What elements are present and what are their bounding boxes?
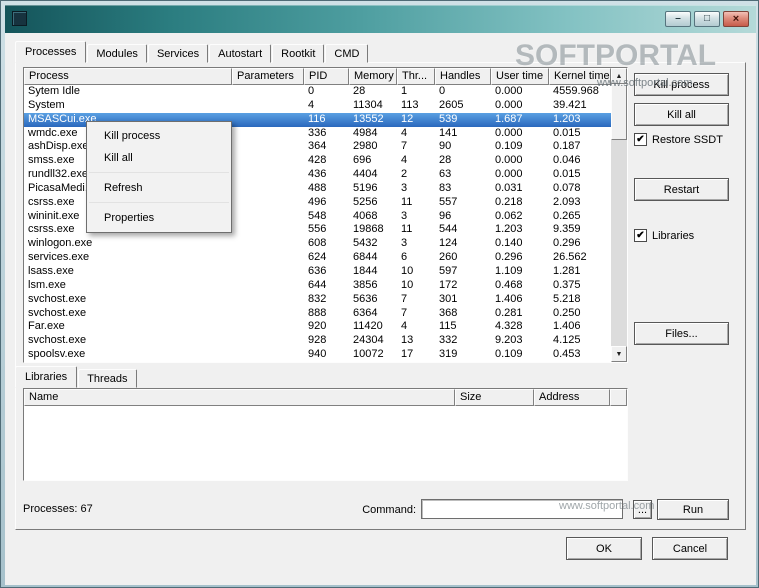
menu-separator xyxy=(87,199,231,207)
scrollbar-thumb[interactable] xyxy=(611,84,627,140)
process-name: lsm.exe xyxy=(28,278,66,291)
tab-rootkit[interactable]: Rootkit xyxy=(272,44,325,63)
cancel-button[interactable]: Cancel xyxy=(652,537,728,560)
library-table-body xyxy=(24,406,627,480)
table-row[interactable]: spoolsv.exe 940 10072 17 319 0.109 0.453 xyxy=(24,348,611,362)
menu-item-kill-all[interactable]: Kill all xyxy=(87,147,231,169)
tab-autostart[interactable]: Autostart xyxy=(209,44,272,63)
close-icon: × xyxy=(732,12,740,25)
main-tab-bar: Processes Modules Services Autostart Rootkit… xyxy=(15,41,369,63)
checkbox-box: ✔ xyxy=(634,229,647,242)
context-menu: Kill process Kill all Refresh Properties xyxy=(86,121,232,233)
menu-item-properties[interactable]: Properties xyxy=(87,207,231,229)
scroll-down-button[interactable]: ▼ xyxy=(611,346,627,362)
table-row[interactable]: lsm.exe 644 3856 10 172 0.468 0.375 xyxy=(24,279,611,293)
table-row[interactable]: services.exe 624 6844 6 260 0.296 26.562 xyxy=(24,251,611,265)
app-icon xyxy=(12,11,27,26)
minimize-button[interactable]: – xyxy=(665,11,691,27)
column-header-handles[interactable]: Handles xyxy=(435,68,491,85)
dialog-body: Processes Modules Services Autostart Rootkit… xyxy=(5,33,756,585)
scroll-up-icon: ▲ xyxy=(615,72,623,80)
detail-tab-bar: Libraries Threads xyxy=(15,366,138,388)
command-label: Command: xyxy=(362,504,416,516)
titlebar[interactable]: – □ × xyxy=(5,5,756,33)
column-header-kernel-time[interactable]: Kernel time xyxy=(549,68,611,85)
process-count-label: Processes: 67 xyxy=(23,503,93,515)
minimize-icon: – xyxy=(675,13,681,24)
process-name: services.exe xyxy=(28,251,90,264)
process-name: Sytem Idle xyxy=(28,85,80,97)
restore-ssdt-label: Restore SSDT xyxy=(652,133,723,146)
libraries-checkbox[interactable]: ✔ Libraries xyxy=(634,229,694,242)
process-name: spoolsv.exe xyxy=(28,348,86,361)
column-header-name[interactable]: Name xyxy=(24,389,455,406)
checkbox-box: ✔ xyxy=(634,133,647,146)
tab-processes[interactable]: Processes xyxy=(15,41,87,63)
scroll-up-button[interactable]: ▲ xyxy=(611,68,627,84)
library-table: Name Size Address xyxy=(23,388,628,481)
process-name: svchost.exe xyxy=(28,292,87,305)
column-header-parameters[interactable]: Parameters xyxy=(232,68,304,85)
tab-services[interactable]: Services xyxy=(147,44,209,63)
check-icon: ✔ xyxy=(636,229,645,241)
table-row[interactable]: Sytem Idle 0 28 1 0 0.000 4559.968 xyxy=(24,85,611,99)
tab-libraries[interactable]: Libraries xyxy=(15,366,78,388)
table-row[interactable]: Far.exe 920 11420 4 115 4.328 1.406 xyxy=(24,320,611,334)
column-header-user-time[interactable]: User time xyxy=(491,68,549,85)
ok-button[interactable]: OK xyxy=(566,537,642,560)
command-input[interactable] xyxy=(421,499,623,519)
menu-item-kill-process[interactable]: Kill process xyxy=(87,125,231,147)
menu-separator xyxy=(87,169,231,177)
files-button[interactable]: Files... xyxy=(634,322,729,345)
process-name: svchost.exe xyxy=(28,334,87,347)
table-row[interactable]: svchost.exe 888 6364 7 368 0.281 0.250 xyxy=(24,307,611,321)
kill-process-button[interactable]: Kill process xyxy=(634,73,729,96)
column-header-size[interactable]: Size xyxy=(455,389,534,406)
process-name: System xyxy=(28,98,65,111)
libraries-label: Libraries xyxy=(652,229,695,242)
column-header-memory[interactable]: Memory xyxy=(349,68,397,85)
process-name: Far.exe xyxy=(28,320,65,333)
run-button[interactable]: Run xyxy=(657,499,729,520)
restart-button[interactable]: Restart xyxy=(634,178,729,201)
browse-button[interactable]: ... xyxy=(633,500,652,519)
table-row[interactable]: System 4 11304 113 2605 0.000 39.421 xyxy=(24,99,611,113)
table-row[interactable]: svchost.exe 832 5636 7 301 1.406 5.218 xyxy=(24,293,611,307)
close-button[interactable]: × xyxy=(723,11,749,27)
process-name: winlogon.exe xyxy=(28,237,93,250)
column-header-thr[interactable]: Thr... xyxy=(397,68,435,85)
table-row[interactable]: svchost.exe 928 24304 13 332 9.203 4.125 xyxy=(24,334,611,348)
tab-threads[interactable]: Threads xyxy=(78,369,137,388)
kill-all-button[interactable]: Kill all xyxy=(634,103,729,126)
column-header-pid[interactable]: PID xyxy=(304,68,349,85)
library-table-header: Name Size Address xyxy=(24,389,627,406)
vertical-scrollbar[interactable]: ▲ ▼ xyxy=(611,68,627,362)
restore-ssdt-checkbox[interactable]: ✔ Restore SSDT xyxy=(634,133,723,146)
column-header-process[interactable]: Process xyxy=(24,68,232,85)
tab-cmd[interactable]: CMD xyxy=(325,44,369,63)
maximize-button[interactable]: □ xyxy=(694,11,720,27)
window-controls: – □ × xyxy=(665,11,749,27)
process-name: svchost.exe xyxy=(28,306,87,319)
scroll-down-icon: ▼ xyxy=(615,350,623,358)
process-name: lsass.exe xyxy=(28,264,74,277)
tab-modules[interactable]: Modules xyxy=(87,44,147,63)
table-row[interactable]: winlogon.exe 608 5432 3 124 0.140 0.296 xyxy=(24,237,611,251)
maximize-icon: □ xyxy=(703,13,711,24)
menu-item-refresh[interactable]: Refresh xyxy=(87,177,231,199)
column-header-address[interactable]: Address xyxy=(534,389,610,406)
check-icon: ✔ xyxy=(636,133,645,145)
table-row[interactable]: lsass.exe 636 1844 10 597 1.109 1.281 xyxy=(24,265,611,279)
column-header-blank[interactable] xyxy=(610,389,627,406)
app-window: – □ × Processes Modules Services Autostart R… xyxy=(0,0,759,588)
process-table-header: Process Parameters PID Memory Thr... Handles U… xyxy=(24,68,611,85)
